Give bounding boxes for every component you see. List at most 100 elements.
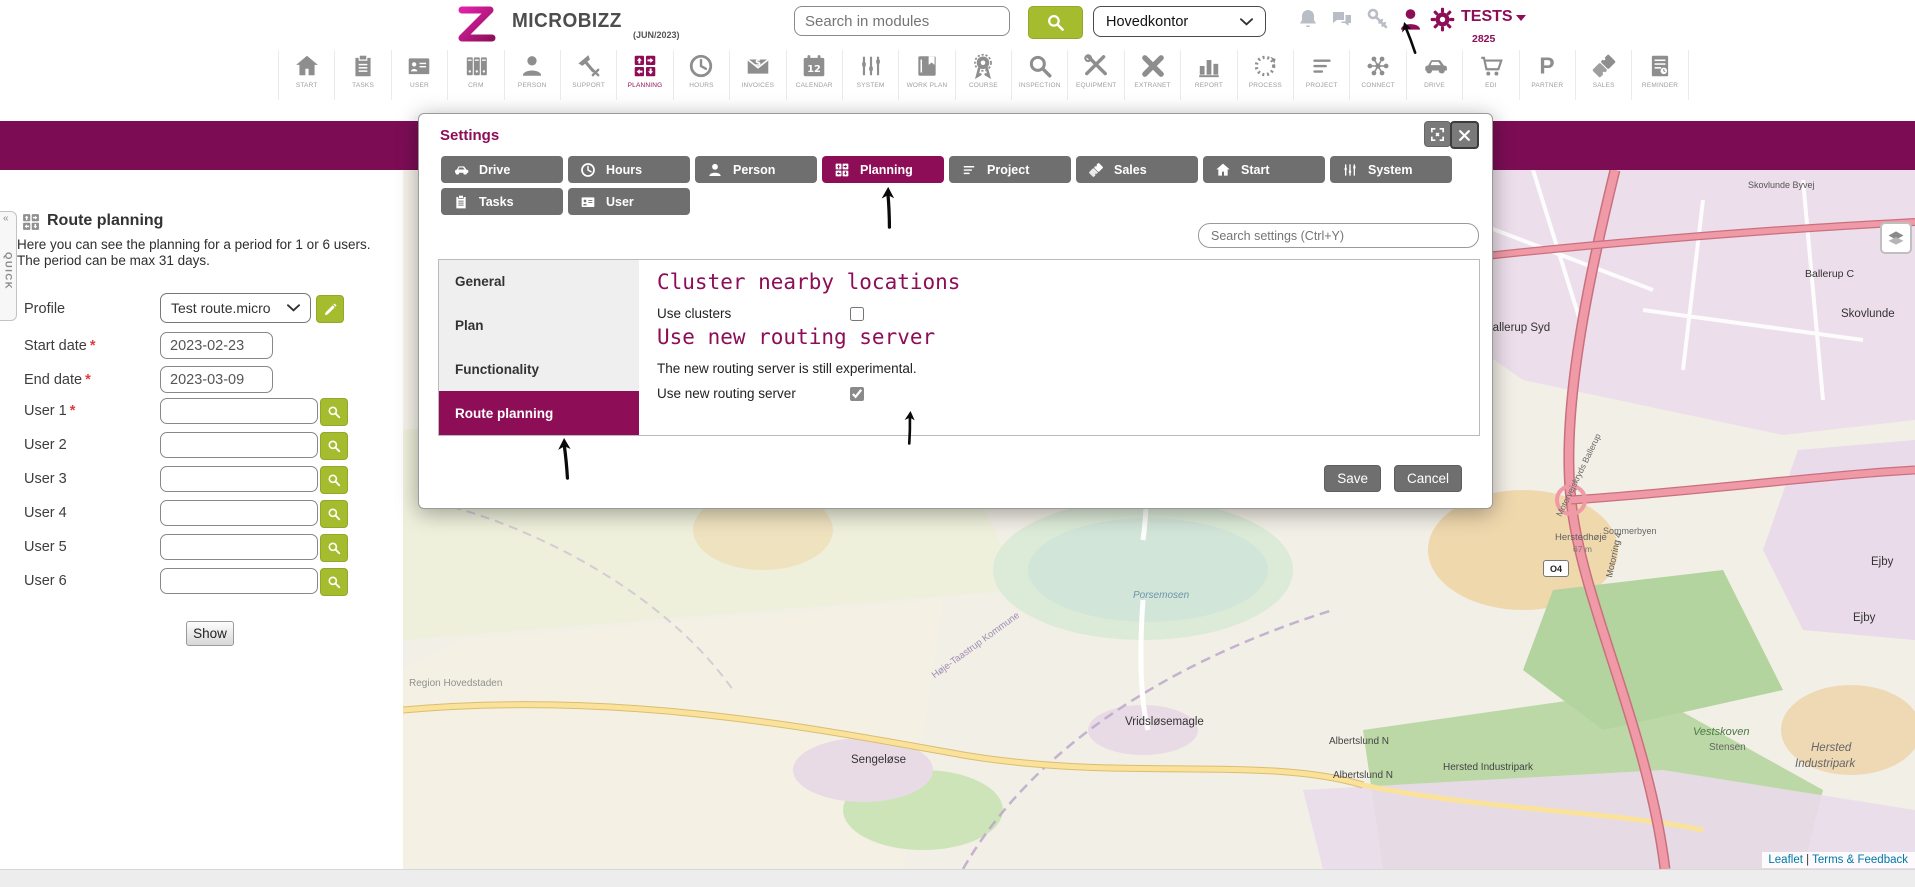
settings-tab-tasks[interactable]: Tasks [441,188,563,215]
horizontal-scrollbar[interactable] [0,869,1915,887]
profile-select[interactable]: Test route.micro [160,293,311,323]
user3-search-button[interactable] [320,466,348,494]
module-sales[interactable]: SALES [1575,50,1631,100]
module-partner[interactable]: PARTNER [1519,50,1575,100]
user2-input[interactable] [160,432,318,458]
module-invoices[interactable]: INVOICES [729,50,785,100]
end-date-input[interactable] [160,366,273,393]
module-process[interactable]: PROCESS [1237,50,1293,100]
module-extranet[interactable]: EXTRANET [1124,50,1180,100]
map-place-label: Vridsløsemagle [1125,716,1204,728]
chevron-down-icon [1240,18,1253,26]
chat-icon[interactable] [1329,8,1355,32]
user-menu[interactable]: TESTS [1461,8,1526,26]
module-connect[interactable]: CONNECT [1349,50,1405,100]
settings-search-input[interactable] [1198,223,1479,248]
settings-tab-sales[interactable]: Sales [1076,156,1198,183]
edit-profile-button[interactable] [316,295,344,323]
module-toolbar: START TASKS USER CRM PERSON SUPPORT PLAN… [0,50,1915,102]
user6-search-button[interactable] [320,568,348,596]
settings-tab-planning[interactable]: Planning [822,156,944,183]
cancel-button[interactable]: Cancel [1394,465,1462,492]
user5-search-button[interactable] [320,534,348,562]
module-hours[interactable]: HOURS [673,50,729,100]
settings-tab-hours[interactable]: Hours [568,156,690,183]
close-button[interactable] [1450,121,1479,149]
quick-menu-tab[interactable]: « QUICK [0,211,17,321]
module-user[interactable]: USER [391,50,447,100]
module-person[interactable]: PERSON [504,50,560,100]
user5-input[interactable] [160,534,318,560]
sliders-icon [1342,162,1358,178]
start-date-input[interactable] [160,332,273,359]
settings-tab-system[interactable]: System [1330,156,1452,183]
settings-tab-drive[interactable]: Drive [441,156,563,183]
module-system[interactable]: SYSTEM [842,50,898,100]
save-button[interactable]: Save [1324,465,1381,492]
use-routing-checkbox[interactable] [850,387,864,401]
show-button[interactable]: Show [186,621,234,646]
chevron-down-icon [287,304,300,312]
module-report[interactable]: REPORT [1180,50,1236,100]
settings-tab-project[interactable]: Project [949,156,1071,183]
user1-search-button[interactable] [320,398,348,426]
nav-item-general[interactable]: General [439,260,639,304]
user4-input[interactable] [160,500,318,526]
map-wetland-label: Porsemosen [1133,590,1189,601]
clock-icon [688,53,714,79]
user6-input[interactable] [160,568,318,594]
letter-p-icon [1534,53,1560,79]
profile-person-icon[interactable] [1397,6,1424,33]
x-mark-icon [1140,53,1166,79]
map-region-label: Region Hovedstaden [409,678,502,689]
crossed-tools-icon [1083,53,1109,79]
module-work-plan[interactable]: WORK PLAN [898,50,954,100]
user2-search-button[interactable] [320,432,348,460]
nav-item-plan[interactable]: Plan [439,304,639,348]
module-reminder[interactable]: REMINDER [1631,50,1687,100]
module-planning[interactable]: PLANNING [616,50,672,100]
settings-tab-person[interactable]: Person [695,156,817,183]
map-attribution: Leaflet | Terms & Feedback [1762,852,1915,868]
notifications-bell-icon[interactable] [1296,7,1320,31]
use-clusters-checkbox[interactable] [850,307,864,321]
module-tasks[interactable]: TASKS [334,50,390,100]
indent-lines-icon [1309,53,1335,79]
module-course[interactable]: COURSE [955,50,1011,100]
planning-grid-icon [21,212,41,232]
module-crm[interactable]: CRM [447,50,503,100]
user-menu-label: TESTS [1461,8,1513,26]
maximize-button[interactable] [1424,121,1451,147]
settings-tab-user[interactable]: User [568,188,690,215]
module-equipment[interactable]: EQUIPMENT [1067,50,1123,100]
user4-search-button[interactable] [320,500,348,528]
nav-item-route-planning[interactable]: Route planning [439,391,639,435]
settings-tab-start[interactable]: Start [1203,156,1325,183]
terms-link[interactable]: Terms & Feedback [1812,854,1908,866]
microbizz-logo [452,3,500,45]
user-number: 2825 [1472,33,1495,45]
department-select[interactable]: Hovedkontor [1093,6,1266,37]
module-edi[interactable]: EDI [1462,50,1518,100]
module-inspection[interactable]: INSPECTION [1011,50,1067,100]
section-heading-clusters: Cluster nearby locations [657,270,1459,294]
map-layers-control[interactable] [1880,222,1912,254]
leaflet-link[interactable]: Leaflet [1768,854,1803,866]
map-place-label: Sengeløse [851,754,906,766]
module-calendar[interactable]: CALENDAR [786,50,842,100]
module-support[interactable]: SUPPORT [560,50,616,100]
module-project[interactable]: PROJECT [1293,50,1349,100]
user1-input[interactable] [160,398,318,424]
module-drive[interactable]: DRIVE [1406,50,1462,100]
key-icon[interactable] [1366,7,1390,31]
user3-input[interactable] [160,466,318,492]
settings-gear-icon[interactable] [1429,6,1456,33]
search-input[interactable] [794,6,1010,36]
use-routing-label: Use new routing server [657,386,850,401]
nav-item-functionality[interactable]: Functionality [439,348,639,392]
search-button[interactable] [1028,6,1083,39]
settings-tabs-row1: Drive Hours Person Planning Project Sale… [441,156,1452,183]
module-start[interactable]: START [278,50,334,100]
settings-section-nav: General Plan Functionality Route plannin… [439,260,639,435]
search-icon [327,541,341,555]
